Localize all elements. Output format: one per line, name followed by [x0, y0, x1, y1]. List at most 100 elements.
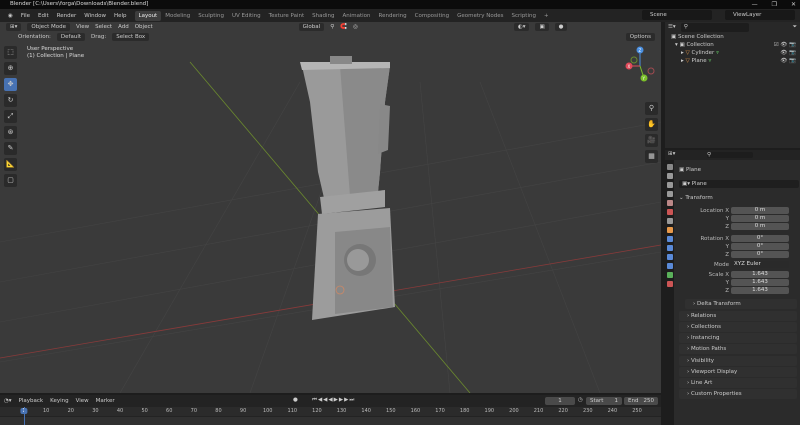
- xray-button[interactable]: ▣: [535, 23, 549, 31]
- rotation-x-field[interactable]: 0°: [731, 235, 789, 242]
- particles-tab-icon[interactable]: [666, 245, 673, 251]
- data-tab-icon[interactable]: [666, 272, 673, 278]
- menu-playback[interactable]: Playback: [19, 397, 44, 405]
- cursor-icon[interactable]: ⊕: [4, 62, 17, 75]
- options-button[interactable]: Options: [625, 33, 655, 41]
- navigation-gizmo[interactable]: Z X Y ⚲ ✋ 🎥 ▦: [620, 44, 660, 164]
- properties-search-input[interactable]: ⚲: [707, 152, 753, 158]
- timeline-ruler[interactable]: 1102030405060708090100110120130140150160…: [0, 407, 661, 416]
- object-tab-icon[interactable]: [666, 227, 673, 233]
- display-mode-icon[interactable]: ☰▾: [668, 23, 676, 32]
- panel-viewport-display[interactable]: › Viewport Display: [679, 367, 797, 377]
- view-layer-selector[interactable]: ViewLayer: [725, 10, 795, 20]
- menu-view[interactable]: View: [76, 397, 89, 405]
- move-icon[interactable]: ✥: [4, 78, 17, 91]
- transform-icon[interactable]: ⊛: [4, 126, 17, 139]
- rotation-z-field[interactable]: 0°: [731, 251, 789, 258]
- world-tab-icon[interactable]: [666, 209, 673, 215]
- blender-logo-icon[interactable]: ◉: [4, 13, 17, 19]
- snap-icon[interactable]: 🧲: [340, 24, 347, 30]
- menu-select[interactable]: Select: [95, 24, 112, 30]
- constraints-tab-icon[interactable]: [666, 263, 673, 269]
- outliner-scene-collection[interactable]: ▣ Scene Collection: [665, 33, 800, 41]
- output-tab-icon[interactable]: [666, 182, 673, 188]
- panel-visibility[interactable]: › Visibility: [679, 356, 797, 366]
- tab-compositing[interactable]: Compositing: [411, 11, 453, 21]
- collection-tab-icon[interactable]: [666, 218, 673, 224]
- editor-type-icon[interactable]: ◔▾: [4, 397, 12, 405]
- menu-object[interactable]: Object: [135, 24, 153, 30]
- rotation-y-field[interactable]: 0°: [731, 243, 789, 250]
- tab-uv-editing[interactable]: UV Editing: [228, 11, 265, 21]
- menu-edit[interactable]: Edit: [34, 13, 53, 19]
- grid-icon[interactable]: ▦: [645, 150, 658, 163]
- object-name-field[interactable]: ▣▾ Plane: [679, 180, 799, 188]
- outliner-item-plane[interactable]: ▸ ▽ Plane ⩔ 👁 📷: [665, 57, 800, 65]
- record-button[interactable]: ●: [293, 397, 298, 403]
- panel-motion-paths[interactable]: › Motion Paths: [679, 344, 797, 354]
- 3d-viewport[interactable]: ⊞▾ Object Mode View Select Add Object Gl…: [0, 22, 661, 393]
- end-frame-field[interactable]: End 250: [624, 397, 658, 405]
- rotate-icon[interactable]: ↻: [4, 94, 17, 107]
- menu-add[interactable]: Add: [118, 24, 129, 30]
- tab-sculpting[interactable]: Sculpting: [194, 11, 228, 21]
- panel-relations[interactable]: › Relations: [679, 311, 797, 321]
- timeline-track[interactable]: [0, 417, 661, 425]
- editor-type-button[interactable]: ⊞▾: [6, 23, 22, 31]
- panel-instancing[interactable]: › Instancing: [679, 333, 797, 343]
- start-frame-field[interactable]: Start 1: [586, 397, 622, 405]
- overlay-button[interactable]: ◐▾: [513, 23, 530, 31]
- tab-shading[interactable]: Shading: [308, 11, 338, 21]
- scene-selector[interactable]: Scene: [642, 10, 712, 20]
- camera-icon[interactable]: 🎥: [645, 134, 658, 147]
- menu-render[interactable]: Render: [53, 13, 81, 19]
- render-tab-icon[interactable]: [666, 173, 673, 179]
- menu-file[interactable]: File: [17, 13, 34, 19]
- tab-modeling[interactable]: Modeling: [161, 11, 194, 21]
- outliner-collection[interactable]: ▾ ▣ Collection ☑ 👁 📷: [665, 41, 800, 49]
- annotate-icon[interactable]: ✎: [4, 142, 17, 155]
- menu-help[interactable]: Help: [110, 13, 131, 19]
- menu-view[interactable]: View: [76, 24, 89, 30]
- current-frame-field[interactable]: 1: [545, 397, 575, 405]
- playhead[interactable]: [24, 407, 25, 425]
- add-workspace-button[interactable]: +: [540, 11, 553, 21]
- scene-tab-icon[interactable]: [666, 200, 673, 206]
- tab-geometry-nodes[interactable]: Geometry Nodes: [453, 11, 507, 21]
- measure-icon[interactable]: 📐: [4, 158, 17, 171]
- pan-hand-icon[interactable]: ✋: [645, 118, 658, 131]
- physics-tab-icon[interactable]: [666, 254, 673, 260]
- outliner-search-input[interactable]: ⚲: [680, 23, 749, 32]
- menu-marker[interactable]: Marker: [96, 397, 115, 405]
- modifier-tab-icon[interactable]: [666, 236, 673, 242]
- menu-window[interactable]: Window: [80, 13, 110, 19]
- panel-custom-properties[interactable]: › Custom Properties: [679, 389, 797, 399]
- visibility-icon[interactable]: 👁 📷: [780, 49, 796, 57]
- tab-rendering[interactable]: Rendering: [375, 11, 411, 21]
- close-button[interactable]: ✕: [791, 0, 796, 9]
- transform-orientation-selector[interactable]: Global: [298, 23, 325, 31]
- shading-solid-button[interactable]: ●: [554, 23, 568, 31]
- axis-gizmo[interactable]: Z X Y: [620, 44, 660, 94]
- orientation-selector[interactable]: Default: [56, 33, 86, 41]
- editor-type-icon[interactable]: ⊞▾: [668, 151, 675, 157]
- panel-collections[interactable]: › Collections: [679, 322, 797, 332]
- tool-tab-icon[interactable]: [666, 164, 673, 170]
- panel-delta-transform[interactable]: › Delta Transform: [685, 299, 797, 309]
- scale-x-field[interactable]: 1.643: [731, 271, 789, 278]
- tab-texture-paint[interactable]: Texture Paint: [265, 11, 309, 21]
- panel-line-art[interactable]: › Line Art: [679, 378, 797, 388]
- scale-icon[interactable]: ⤢: [4, 110, 17, 123]
- outliner-item-cylinder[interactable]: ▸ ▽ Cylinder ⩔ 👁 📷: [665, 49, 800, 57]
- tab-scripting[interactable]: Scripting: [508, 11, 540, 21]
- visibility-icon[interactable]: 👁 📷: [780, 57, 796, 65]
- transform-panel-header[interactable]: ⌄ Transform: [679, 194, 799, 202]
- scale-z-field[interactable]: 1.643: [731, 287, 789, 294]
- maximize-button[interactable]: ❐: [772, 0, 777, 9]
- playback-controls[interactable]: ⏮◀◀◀▶▶▶⏭: [312, 397, 355, 404]
- location-z-field[interactable]: 0 m: [731, 223, 789, 230]
- proportional-edit-icon[interactable]: ◎: [353, 24, 358, 30]
- menu-keying[interactable]: Keying: [50, 397, 68, 405]
- minimize-button[interactable]: —: [752, 0, 758, 9]
- location-x-field[interactable]: 0 m: [731, 207, 789, 214]
